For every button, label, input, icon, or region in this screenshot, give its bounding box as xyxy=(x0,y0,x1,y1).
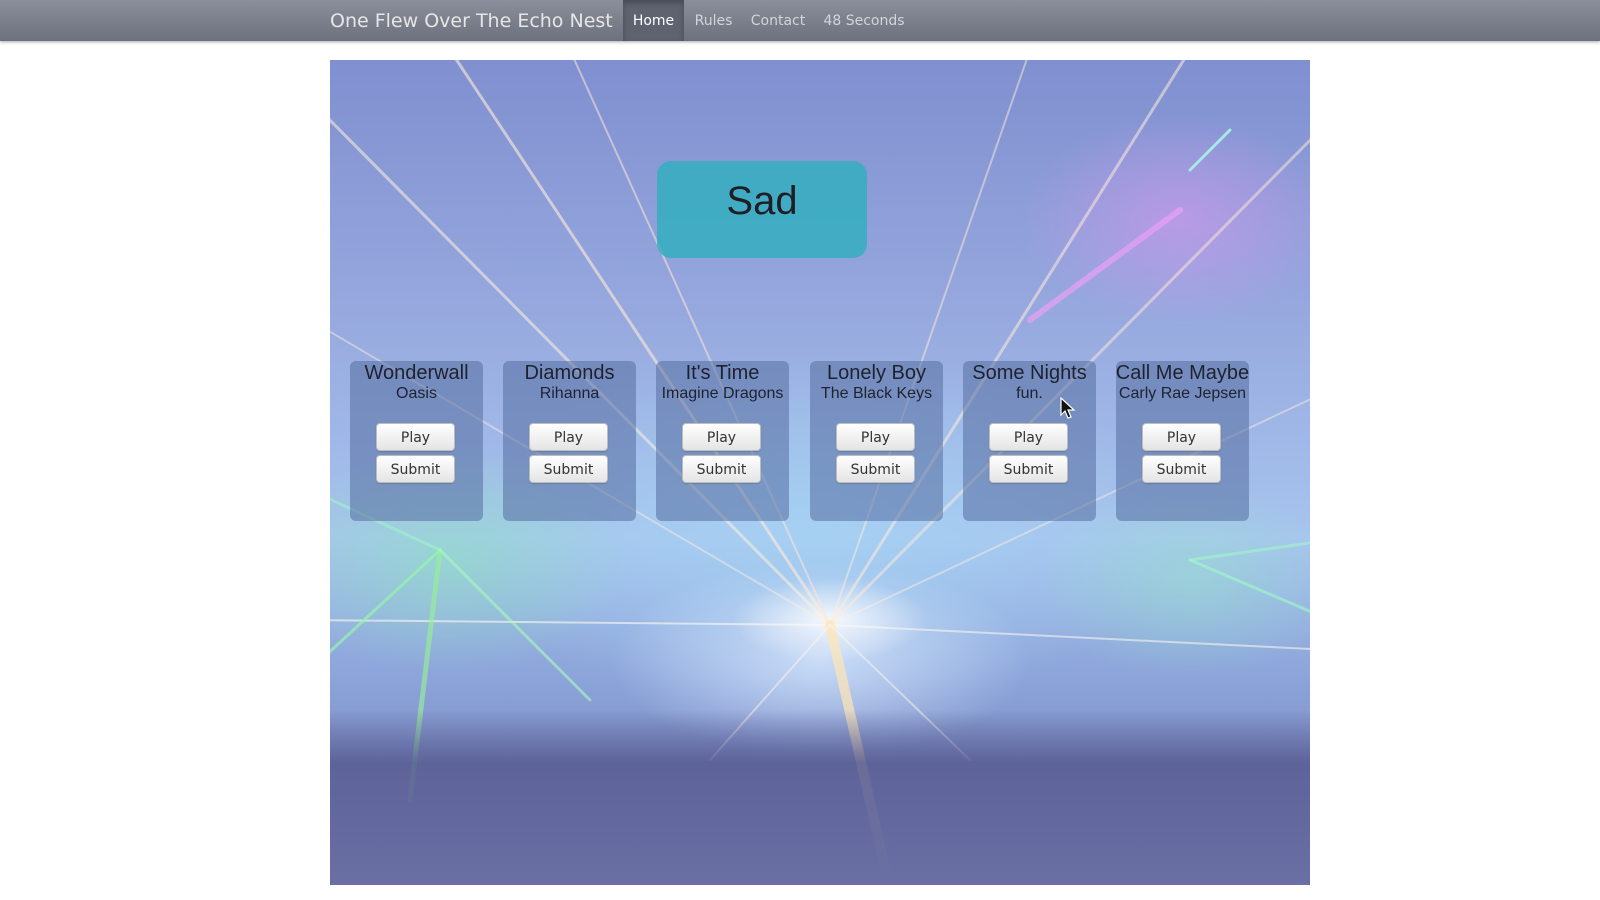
song-artist: The Black Keys xyxy=(820,385,933,402)
song-card-some-nights: Some Nights fun. Play Submit xyxy=(963,361,1096,521)
nav-contact[interactable]: Contact xyxy=(743,0,813,41)
brand-title[interactable]: One Flew Over The Echo Nest xyxy=(330,0,613,41)
song-card-its-time: It's Time Imagine Dragons Play Submit xyxy=(656,361,789,521)
mouse-cursor-icon xyxy=(1060,397,1076,419)
song-artist: Carly Rae Jepsen xyxy=(1118,385,1247,402)
play-button[interactable]: Play xyxy=(1142,423,1221,451)
submit-button[interactable]: Submit xyxy=(376,455,455,483)
song-title: It's Time xyxy=(685,362,760,384)
song-title: Diamonds xyxy=(524,362,615,384)
top-navbar: One Flew Over The Echo Nest Home Rules C… xyxy=(0,0,1600,41)
submit-button[interactable]: Submit xyxy=(836,455,915,483)
submit-button[interactable]: Submit xyxy=(1142,455,1221,483)
song-title: Wonderwall xyxy=(364,362,469,384)
submit-button[interactable]: Submit xyxy=(529,455,608,483)
submit-button[interactable]: Submit xyxy=(989,455,1068,483)
song-artist: fun. xyxy=(1016,385,1043,402)
nav-timer[interactable]: 48 Seconds xyxy=(816,0,912,41)
song-card-call-me-maybe: Call Me Maybe Carly Rae Jepsen Play Subm… xyxy=(1116,361,1249,521)
play-button[interactable]: Play xyxy=(376,423,455,451)
nav-rules[interactable]: Rules xyxy=(686,0,741,41)
song-artist: Rihanna xyxy=(539,385,600,402)
song-title: Some Nights xyxy=(972,362,1087,384)
song-artist: Oasis xyxy=(396,385,437,402)
play-button[interactable]: Play xyxy=(529,423,608,451)
song-title: Lonely Boy xyxy=(827,362,926,384)
play-button[interactable]: Play xyxy=(682,423,761,451)
song-card-lonely-boy: Lonely Boy The Black Keys Play Submit xyxy=(810,361,943,521)
concert-background-image: Sad Wonderwall Oasis Play Submit Diamond… xyxy=(330,60,1310,885)
song-artist: Imagine Dragons xyxy=(661,385,784,402)
song-title: Call Me Maybe xyxy=(1115,362,1250,384)
mood-label: Sad xyxy=(657,161,867,258)
play-button[interactable]: Play xyxy=(836,423,915,451)
song-card-diamonds: Diamonds Rihanna Play Submit xyxy=(503,361,636,521)
crowd-silhouette xyxy=(330,710,1310,885)
song-card-wonderwall: Wonderwall Oasis Play Submit xyxy=(350,361,483,521)
submit-button[interactable]: Submit xyxy=(682,455,761,483)
nav-home[interactable]: Home xyxy=(623,0,684,41)
play-button[interactable]: Play xyxy=(989,423,1068,451)
